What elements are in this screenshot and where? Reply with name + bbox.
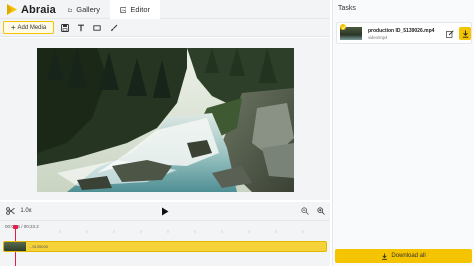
rectangle-icon: [93, 25, 101, 31]
ruler-ticks: [59, 230, 304, 233]
download-task-button[interactable]: [459, 27, 471, 40]
add-media-label: Add Media: [17, 24, 47, 31]
video-frame-image: [37, 48, 294, 192]
task-file-type: video/mp4: [368, 35, 388, 40]
download-icon: [382, 252, 388, 260]
edit-image-icon: [120, 6, 127, 13]
task-item[interactable]: production ID_5139026.mp4 video/mp4: [336, 22, 472, 44]
editor-canvas[interactable]: [0, 38, 330, 200]
tab-editor[interactable]: Editor: [110, 0, 160, 19]
brush-icon: [111, 24, 118, 31]
scissors-icon: [5, 207, 15, 215]
task-file-name: production ID_5139026.mp4: [368, 28, 435, 34]
app-name: Abraia: [21, 3, 56, 16]
editor-toolbar: + Add Media: [0, 19, 330, 37]
video-preview[interactable]: [37, 48, 294, 192]
zoom-in-button[interactable]: [315, 205, 327, 217]
folder-icon: [68, 8, 73, 12]
clip-label: ...5139026: [29, 244, 48, 249]
download-all-label: Download all: [391, 253, 426, 259]
cut-button[interactable]: [4, 205, 16, 217]
edit-task-button[interactable]: [445, 29, 455, 39]
check-icon: [340, 24, 346, 30]
download-icon: [462, 30, 468, 38]
zoom-out-icon: [301, 207, 309, 215]
text-icon: [78, 24, 84, 32]
timeline[interactable]: 00:00.6 / 00:23.2 ...5139026: [0, 220, 330, 266]
tab-gallery-label: Gallery: [76, 5, 100, 14]
download-all-button[interactable]: Download all: [335, 249, 472, 263]
zoom-out-button[interactable]: [299, 205, 311, 217]
save-button[interactable]: [59, 22, 71, 34]
save-icon: [61, 24, 69, 32]
playback-controls: 1.0x: [0, 202, 330, 220]
play-button[interactable]: [159, 205, 171, 217]
tasks-title: Tasks: [338, 5, 356, 12]
zoom-in-icon: [317, 207, 325, 215]
clip-thumbnail: [4, 242, 26, 251]
text-tool-button[interactable]: [75, 22, 87, 34]
brush-tool-button[interactable]: [108, 22, 120, 34]
speed-value: 1.0x: [20, 208, 32, 214]
plus-icon: +: [10, 22, 16, 32]
abraia-logo-icon: [7, 4, 17, 15]
tab-gallery[interactable]: Gallery: [58, 0, 110, 19]
speed-selector[interactable]: 1.0x: [20, 205, 32, 217]
app-logo[interactable]: Abraia: [6, 3, 56, 16]
time-display: 00:00.6 / 00:23.2: [5, 224, 39, 229]
play-icon: [162, 207, 169, 215]
edit-icon: [446, 30, 454, 38]
tab-editor-label: Editor: [130, 5, 150, 14]
tasks-panel: Tasks production ID_5139026.mp4 video/mp…: [332, 0, 474, 266]
video-track-clip[interactable]: ...5139026: [3, 241, 327, 252]
add-media-button[interactable]: + Add Media: [3, 21, 54, 34]
timeline-ruler[interactable]: 00:00.6 / 00:23.2: [0, 221, 330, 234]
top-bar: Abraia Gallery Editor: [0, 0, 330, 19]
rectangle-tool-button[interactable]: [91, 22, 103, 34]
